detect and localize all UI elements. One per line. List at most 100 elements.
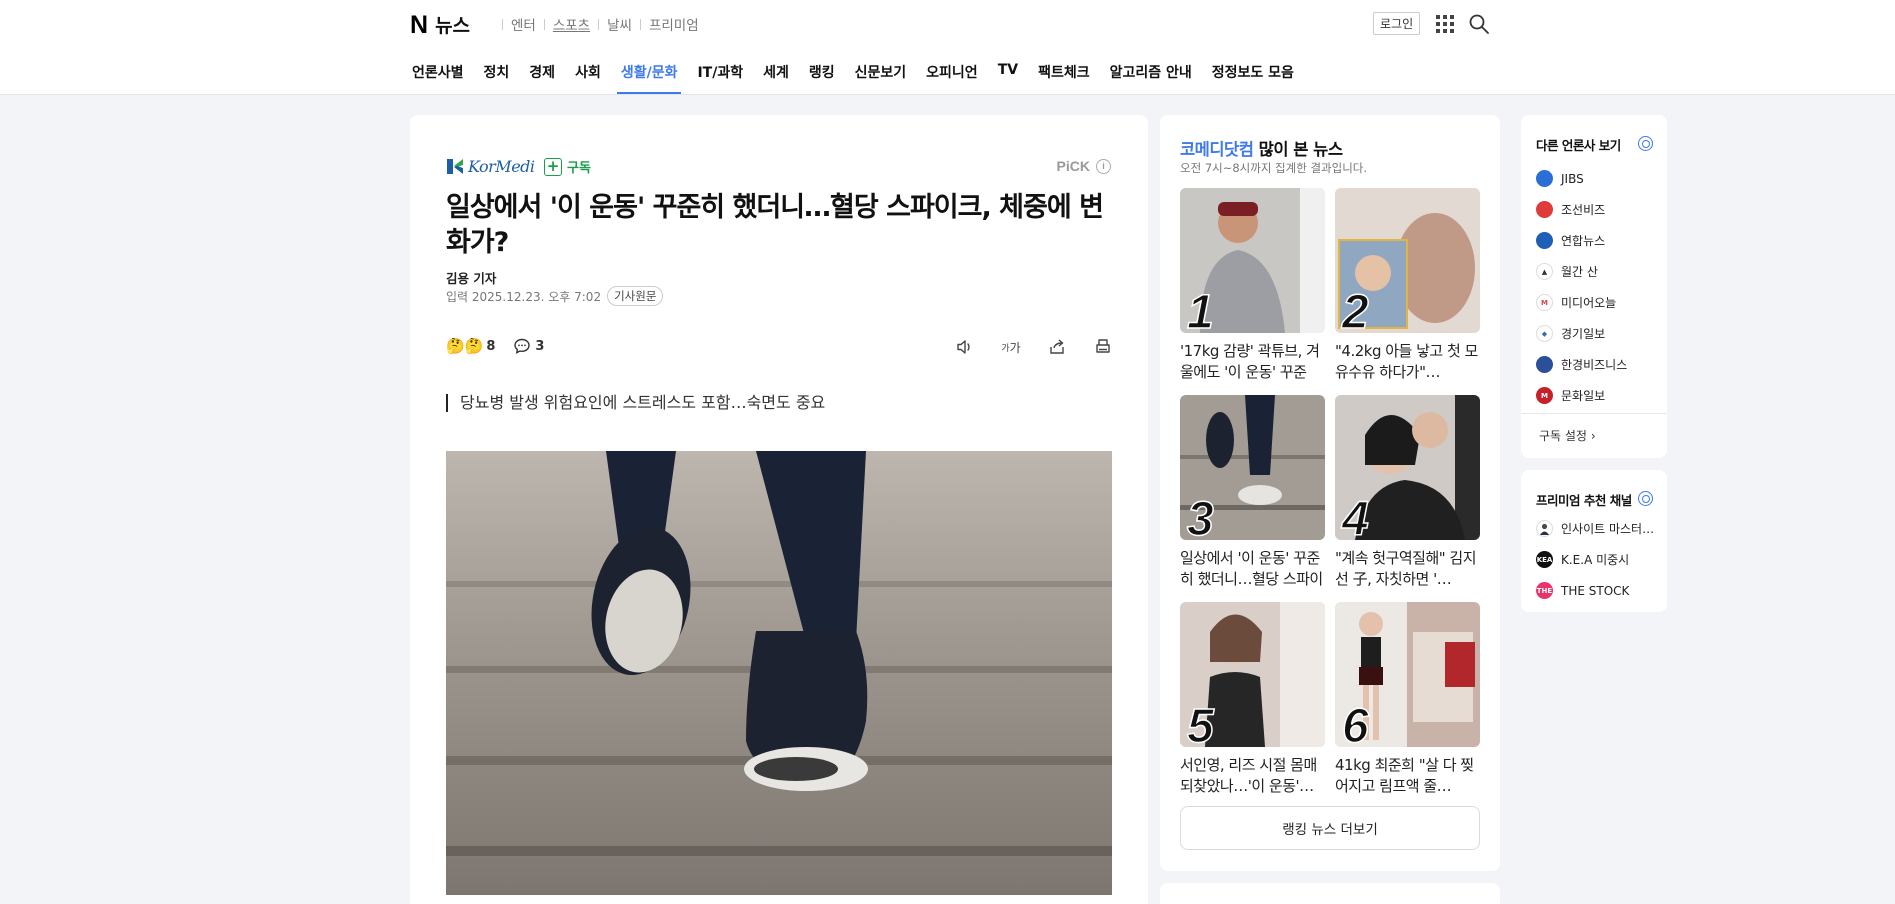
ranking-thumbnail: 5 (1180, 602, 1325, 747)
channel-avatar: KEA (1536, 551, 1553, 568)
premium-item-label: 인사이트 마스터… (1561, 522, 1655, 536)
article-subtitle: 당뇨병 발생 위험요인에 스트레스도 포함…숙면도 중요 (446, 394, 825, 412)
channel-avatar: THE (1536, 582, 1553, 599)
press-item-monthly-san[interactable]: ▲ 월간 산 (1536, 256, 1627, 287)
press-item-chosunbiz[interactable]: 조선비즈 (1536, 194, 1627, 225)
refresh-icon[interactable] (1638, 491, 1653, 506)
reaction-emoji-icon[interactable]: 🤔🤔 (446, 337, 483, 355)
comment-button[interactable]: 3 (513, 337, 544, 355)
nav-opinion[interactable]: 오피니언 (926, 62, 978, 94)
premium-item[interactable]: 인사이트 마스터… (1536, 513, 1654, 544)
press-logo-icon (1536, 201, 1553, 218)
service-link-premium[interactable]: 프리미엄 (649, 14, 699, 34)
font-size-label: 가 (1009, 340, 1021, 355)
rank-number: 2 (1341, 285, 1369, 333)
ranking-item[interactable]: 4 "계속 헛구역질해" 김지선 子, 자칫하면 '… (1335, 395, 1480, 590)
ranking-thumbnail: 1 (1180, 188, 1325, 333)
divider (502, 18, 503, 30)
ranking-heading-suffix: 많이 본 뉴스 (1253, 140, 1343, 159)
nav-press[interactable]: 언론사별 (412, 62, 464, 94)
ranking-thumbnail: 2 (1335, 188, 1480, 333)
nav-economy[interactable]: 경제 (529, 62, 555, 94)
press-item-yonhap[interactable]: 연합뉴스 (1536, 225, 1627, 256)
press-item-label: 연합뉴스 (1561, 234, 1606, 248)
subscription-settings-link[interactable]: 구독 설정 › (1539, 427, 1596, 444)
search-icon[interactable] (1468, 13, 1490, 35)
ranking-heading[interactable]: 코메디닷컴 많이 본 뉴스 (1180, 136, 1343, 160)
nav-algorithm[interactable]: 알고리즘 안내 (1110, 62, 1192, 94)
article-title: 일상에서 '이 운동' 꾸준히 했더니…혈당 스파이크, 체중에 변화가? (446, 192, 1104, 258)
author-name[interactable]: 김용 기자 (446, 268, 496, 287)
small-ga-icon: 가 (1001, 343, 1010, 354)
ranking-thumbnail: 4 (1335, 395, 1480, 540)
ranking-item[interactable]: 3 일상에서 '이 운동' 꾸준히 했더니…혈당 스파이크… (1180, 395, 1325, 590)
nav-tv[interactable]: TV (998, 62, 1018, 94)
channel-avatar (1536, 520, 1553, 537)
comment-count: 3 (535, 338, 545, 354)
nav-newspaper[interactable]: 신문보기 (855, 62, 907, 94)
nav-it-science[interactable]: IT/과학 (697, 62, 743, 94)
ranking-card: 코메디닷컴 많이 본 뉴스 오전 7시~8시까지 집계한 결과입니다. 1 '1… (1160, 115, 1500, 871)
ranking-more-button[interactable]: 랭킹 뉴스 더보기 (1180, 806, 1480, 850)
ranking-item[interactable]: 6 41kg 최준희 "살 다 찢어지고 림프액 줄… (1335, 602, 1480, 797)
font-size-button[interactable]: 가가 (1001, 337, 1021, 357)
rank-number: 1 (1186, 285, 1214, 333)
press-item-mediatoday[interactable]: M 미디어오늘 (1536, 287, 1627, 318)
ranking-headline: "계속 헛구역질해" 김지선 子, 자칫하면 '… (1335, 549, 1477, 588)
press-item-label: 조선비즈 (1561, 203, 1606, 217)
print-icon[interactable] (1093, 337, 1113, 357)
nav-life-culture[interactable]: 생활/문화 (616, 62, 682, 94)
press-item-hankyung-biz[interactable]: 한경비즈니스 (1536, 349, 1627, 380)
press-logo-icon (1536, 170, 1553, 187)
subscribe-button[interactable]: + 구독 (544, 157, 591, 176)
rank-number: 5 (1186, 699, 1214, 747)
press-logo-icon: M (1536, 294, 1553, 311)
top-header: N 뉴스 엔터 스포츠 날씨 프리미엄 로그인 언론사별 정치 경제 사회 생활… (0, 0, 1895, 95)
service-link-weather[interactable]: 날씨 (607, 14, 632, 34)
reaction-bar: 🤔🤔 8 3 (446, 337, 544, 355)
press-item-label: 월간 산 (1561, 265, 1598, 279)
press-item-kyeonggi[interactable]: ◆ 경기일보 (1536, 318, 1627, 349)
speaker-icon[interactable] (955, 337, 975, 357)
premium-item[interactable]: KEA K.E.A 미중시 (1536, 544, 1654, 575)
nav-ranking[interactable]: 랭킹 (809, 62, 835, 94)
naver-news-logo[interactable]: N 뉴스 (410, 11, 470, 38)
divider (1521, 413, 1667, 414)
nav-corrections[interactable]: 정정보도 모음 (1212, 62, 1294, 94)
news-logo-text[interactable]: 뉴스 (435, 11, 470, 38)
login-button[interactable]: 로그인 (1373, 12, 1421, 35)
service-link-sports[interactable]: 스포츠 (553, 14, 590, 34)
refresh-icon[interactable] (1638, 136, 1653, 151)
press-item-label: 미디어오늘 (1561, 296, 1617, 310)
press-logo-icon: ◆ (1536, 325, 1553, 342)
press-name: KorMedi (468, 157, 535, 176)
ranking-item[interactable]: 1 '17kg 감량' 곽튜브, 겨울에도 '이 운동' 꾸준히… (1180, 188, 1325, 383)
reaction-count[interactable]: 8 (486, 339, 495, 354)
ranking-item[interactable]: 5 서인영, 리즈 시절 몸매 되찾았나…'이 운동'… (1180, 602, 1325, 797)
nav-society[interactable]: 사회 (575, 62, 601, 94)
article-photo[interactable] (446, 451, 1112, 895)
header-utilities: 로그인 (1373, 12, 1490, 35)
info-icon[interactable]: i (1096, 158, 1111, 174)
premium-item[interactable]: THE THE STOCK (1536, 575, 1654, 606)
press-item-jibs[interactable]: JIBS (1536, 163, 1627, 194)
original-article-button[interactable]: 기사원문 (607, 286, 664, 306)
service-link-entertain[interactable]: 엔터 (511, 14, 536, 34)
ranking-thumbnail: 6 (1335, 602, 1480, 747)
pick-badge[interactable]: PiCK i (1057, 158, 1111, 174)
press-logo-icon (1536, 232, 1553, 249)
nav-world[interactable]: 세계 (763, 62, 789, 94)
next-sidebar-card (1160, 883, 1500, 904)
press-logo[interactable]: KorMedi (446, 157, 535, 176)
ranking-item[interactable]: 2 "4.2kg 아들 낳고 첫 모유수유 하다가"… (1335, 188, 1480, 383)
apps-grid-icon[interactable] (1436, 14, 1455, 33)
press-item-munhwa[interactable]: M 문화일보 (1536, 380, 1627, 411)
rank-number: 3 (1186, 492, 1214, 540)
divider (639, 18, 641, 30)
naver-logo[interactable]: N (410, 12, 428, 37)
nav-politics[interactable]: 정치 (484, 62, 510, 94)
rank-number: 4 (1341, 492, 1369, 540)
other-press-heading: 다른 언론사 보기 (1536, 138, 1621, 153)
share-icon[interactable] (1047, 337, 1067, 357)
nav-factcheck[interactable]: 팩트체크 (1038, 62, 1090, 94)
